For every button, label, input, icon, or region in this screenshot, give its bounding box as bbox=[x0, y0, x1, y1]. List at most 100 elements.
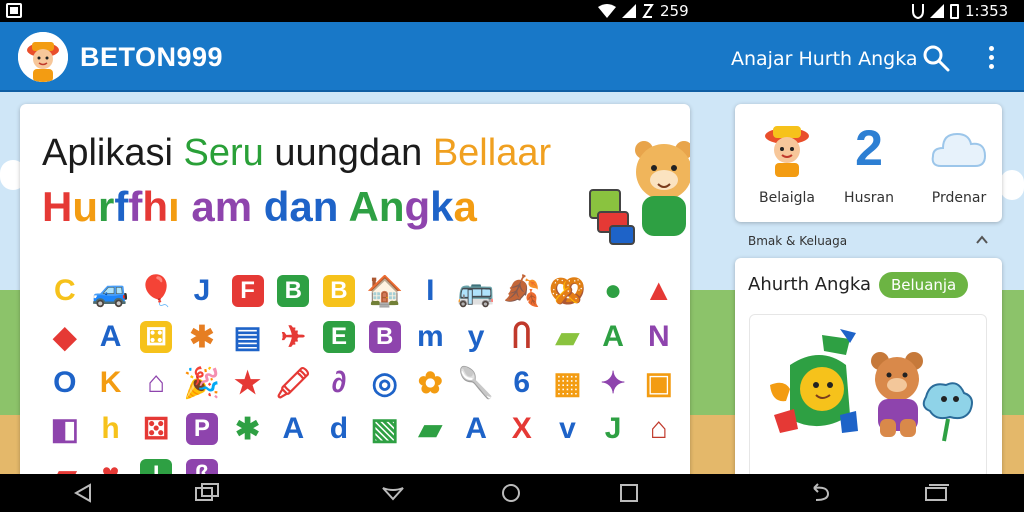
grid-cell[interactable]: ▧ bbox=[362, 406, 408, 452]
grid-cell[interactable]: ∂ bbox=[316, 360, 362, 406]
app-logo[interactable] bbox=[18, 32, 68, 82]
tabs-icon[interactable] bbox=[924, 482, 950, 504]
category-label: Prdenar bbox=[931, 190, 987, 206]
category-item[interactable]: Prdenar bbox=[915, 118, 1003, 218]
grid-cell[interactable]: I bbox=[408, 268, 454, 314]
grid-cell[interactable]: Ⴖ bbox=[499, 314, 545, 360]
sync-icon bbox=[642, 4, 654, 18]
grid-cell[interactable]: ⚃ bbox=[133, 314, 179, 360]
grid-cell[interactable]: 🖍 bbox=[270, 360, 316, 406]
battery-icon bbox=[950, 3, 959, 19]
grid-cell[interactable]: F bbox=[225, 268, 271, 314]
grid-cell[interactable]: C bbox=[42, 268, 88, 314]
overview-icon[interactable] bbox=[616, 482, 642, 504]
grid-cell[interactable]: ✿ bbox=[408, 360, 454, 406]
more-vert-icon[interactable] bbox=[984, 44, 998, 72]
back-icon[interactable] bbox=[70, 482, 96, 504]
grid-cell[interactable]: ● bbox=[590, 268, 636, 314]
grid-cell[interactable]: A bbox=[590, 314, 636, 360]
status-bar: 259 1:353 bbox=[0, 0, 1024, 22]
party-icon: 🎉 bbox=[183, 366, 221, 400]
letter-a: A bbox=[602, 320, 624, 353]
grid-cell[interactable]: ▣ bbox=[636, 360, 682, 406]
section-header[interactable]: Bmak & Keluaga bbox=[748, 234, 998, 250]
grid-cell[interactable]: ◎ bbox=[362, 360, 408, 406]
headline-word: am bbox=[191, 183, 264, 230]
grid-cell[interactable]: 🎈 bbox=[133, 268, 179, 314]
grid-cell[interactable]: 🚌 bbox=[453, 268, 499, 314]
letter-a: A bbox=[465, 412, 487, 445]
category-label: Belaigla bbox=[759, 190, 815, 206]
chevron-up-icon[interactable] bbox=[976, 234, 988, 246]
background-cloud bbox=[1000, 170, 1024, 200]
grid-cell[interactable]: ⌂ bbox=[636, 406, 682, 452]
grid-cell[interactable]: 🍂 bbox=[499, 268, 545, 314]
grid-cell[interactable]: A bbox=[453, 406, 499, 452]
grid-cell[interactable]: X bbox=[499, 406, 545, 452]
grid-cell[interactable]: ▤ bbox=[225, 314, 271, 360]
category-card: Belaigla 2 Husran Prdenar bbox=[735, 104, 1002, 222]
grid-cell[interactable]: J bbox=[590, 406, 636, 452]
grid-cell[interactable]: h bbox=[88, 406, 134, 452]
grid-cell[interactable]: E bbox=[316, 314, 362, 360]
grid-cell[interactable]: 6 bbox=[499, 360, 545, 406]
balloon-icon: 🎈 bbox=[137, 274, 175, 308]
letter-e-block: E bbox=[322, 321, 355, 353]
flower-icon: ✿ bbox=[417, 366, 443, 400]
grid-cell[interactable]: ▲ bbox=[636, 268, 682, 314]
back-gesture-icon[interactable] bbox=[380, 482, 406, 504]
grid-cell[interactable]: 🥄 bbox=[453, 360, 499, 406]
grid-cell[interactable]: ★ bbox=[225, 360, 271, 406]
grid-cell[interactable]: ✈ bbox=[270, 314, 316, 360]
grid-cell[interactable]: v bbox=[545, 406, 591, 452]
grid-cell[interactable]: ▰ bbox=[545, 314, 591, 360]
return-icon[interactable] bbox=[808, 482, 834, 504]
ruler-icon: ▰ bbox=[418, 412, 442, 446]
recent-apps-icon[interactable] bbox=[194, 482, 220, 504]
grid-cell[interactable]: B bbox=[270, 268, 316, 314]
grid-cell[interactable]: ▦ bbox=[545, 360, 591, 406]
grid-cell[interactable]: J bbox=[179, 268, 225, 314]
home-icon[interactable] bbox=[498, 482, 524, 504]
feature-badge[interactable]: Beluanja bbox=[879, 272, 969, 298]
letter-v: v bbox=[559, 412, 576, 445]
target-icon: ◎ bbox=[371, 366, 398, 400]
ball-icon: ● bbox=[604, 274, 623, 307]
category-item[interactable]: 2 Husran bbox=[825, 118, 913, 218]
grid-cell[interactable]: P bbox=[179, 406, 225, 452]
grid-cell[interactable]: y bbox=[453, 314, 499, 360]
grid-cell[interactable]: A bbox=[270, 406, 316, 452]
grid-cell[interactable]: ✱ bbox=[179, 314, 225, 360]
category-item[interactable]: Belaigla bbox=[743, 118, 831, 218]
grid-cell[interactable]: ⌂ bbox=[133, 360, 179, 406]
headline-word: u bbox=[72, 183, 98, 230]
dice-icon: ⚃ bbox=[140, 321, 173, 353]
grid-cell[interactable]: A bbox=[88, 314, 134, 360]
house-icon: ⌂ bbox=[649, 412, 668, 445]
letter-y: y bbox=[467, 320, 485, 353]
grid-cell[interactable]: ◆ bbox=[42, 314, 88, 360]
grid-cell[interactable]: 🚙 bbox=[88, 268, 134, 314]
grid-cell[interactable]: m bbox=[408, 314, 454, 360]
grid-cell[interactable]: ✦ bbox=[590, 360, 636, 406]
headline-word: k bbox=[430, 183, 454, 230]
grid-cell[interactable]: ✱ bbox=[225, 406, 271, 452]
letter-i: I bbox=[426, 274, 435, 307]
grid-cell[interactable]: ⚄ bbox=[133, 406, 179, 452]
grid-cell[interactable]: ▰ bbox=[408, 406, 454, 452]
grid-cell[interactable]: K bbox=[88, 360, 134, 406]
grid-cell[interactable]: B bbox=[316, 268, 362, 314]
app-title: BETON999 bbox=[80, 42, 224, 72]
grid-cell[interactable]: O bbox=[42, 360, 88, 406]
grid-cell[interactable]: N bbox=[636, 314, 682, 360]
wifi-icon bbox=[598, 4, 616, 18]
search-icon[interactable] bbox=[922, 44, 950, 72]
grid-cell[interactable]: 🎉 bbox=[179, 360, 225, 406]
grid-cell[interactable]: d bbox=[316, 406, 362, 452]
grid-cell[interactable]: 🏠 bbox=[362, 268, 408, 314]
grid-cell[interactable]: B bbox=[362, 314, 408, 360]
feature-card[interactable]: Ahurth Angka Beluanja bbox=[735, 258, 1002, 484]
headline: Aplikasi Seru uungdan Bellaar Hurffhı am… bbox=[42, 126, 551, 234]
grid-cell[interactable]: ◧ bbox=[42, 406, 88, 452]
grid-cell[interactable]: 🥨 bbox=[545, 268, 591, 314]
